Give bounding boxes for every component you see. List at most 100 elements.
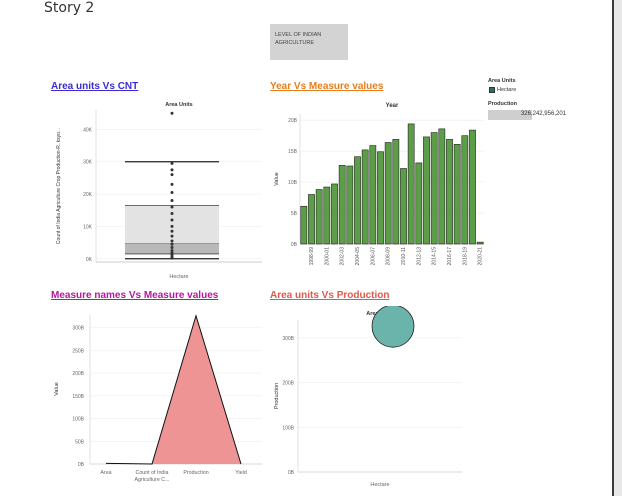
bar bbox=[453, 144, 461, 245]
bubble-sheet-title[interactable]: Area units Vs Production bbox=[270, 290, 389, 301]
bar bbox=[430, 132, 438, 245]
legend-area-units-heading: Area Units bbox=[488, 78, 516, 84]
bar bbox=[377, 151, 384, 245]
bar bbox=[315, 189, 323, 245]
data-point bbox=[170, 224, 174, 228]
x-tick-label: Count of India Agriculture C... bbox=[134, 470, 169, 483]
x-tick-label: 2002-03 bbox=[340, 247, 346, 266]
y-tick-label: 20K bbox=[83, 192, 93, 198]
hectare-swatch-icon[interactable] bbox=[489, 87, 495, 93]
story-page: Story 2 LEVEL OF INDIAN AGRICULTURE Area… bbox=[0, 0, 612, 496]
x-tick-label: 2000-01 bbox=[324, 247, 330, 266]
bar bbox=[338, 165, 346, 245]
y-tick-label: 100B bbox=[72, 417, 84, 423]
production-bubble-chart[interactable]: Area Units0B100B200B300BHectareProductio… bbox=[270, 306, 470, 492]
data-point bbox=[170, 205, 174, 209]
y-axis-label: Production bbox=[274, 383, 280, 409]
bar bbox=[346, 165, 354, 245]
y-tick-label: 200B bbox=[72, 371, 84, 377]
bar bbox=[361, 149, 369, 245]
x-tick-label: 2012-13 bbox=[416, 247, 422, 266]
y-tick-label: 200B bbox=[282, 381, 294, 387]
data-point bbox=[170, 218, 174, 222]
y-axis-label: Value bbox=[274, 172, 280, 186]
bar bbox=[469, 129, 476, 245]
boxplot-chart[interactable]: Area Units 0K 10K 20K 30K 40K Hectare Count of … bbox=[50, 96, 266, 282]
x-axis-label: Hectare bbox=[169, 274, 188, 280]
y-tick-label: 150B bbox=[72, 394, 84, 400]
area-sheet-title[interactable]: Measure names Vs Measure values bbox=[51, 290, 218, 301]
y-tick-label: 50B bbox=[75, 439, 85, 445]
data-point bbox=[170, 168, 174, 172]
data-point bbox=[170, 211, 174, 215]
level-of-indian-agriculture-box: LEVEL OF INDIAN AGRICULTURE bbox=[270, 24, 348, 60]
y-tick-label: 30K bbox=[83, 160, 93, 166]
y-tick-label: 40K bbox=[83, 127, 93, 133]
y-tick-label: 0B bbox=[288, 470, 295, 476]
production-legend-value: 326,242,956,201 bbox=[520, 111, 566, 117]
bar bbox=[354, 156, 361, 245]
data-point bbox=[170, 242, 174, 246]
bar bbox=[407, 123, 415, 245]
bar bbox=[423, 136, 430, 245]
bar bbox=[476, 241, 484, 245]
y-axis-label: Count of India Agriculture Crop Producti… bbox=[56, 128, 62, 244]
y-tick-label: 300B bbox=[72, 326, 84, 332]
bar bbox=[392, 139, 400, 245]
x-tick-label: 2016-17 bbox=[447, 247, 453, 266]
x-tick-label: Area bbox=[100, 470, 111, 476]
y-tick-label: 20B bbox=[288, 118, 298, 124]
data-point bbox=[170, 199, 174, 203]
bar bbox=[308, 194, 315, 245]
x-tick-label: Yield bbox=[235, 470, 247, 476]
bar bbox=[415, 162, 423, 245]
x-tick-label: 1998-99 bbox=[309, 247, 315, 266]
bar bbox=[369, 145, 377, 245]
bar bbox=[300, 205, 308, 245]
bars-column-header: Year bbox=[386, 103, 399, 109]
data-point bbox=[170, 190, 174, 194]
bar bbox=[461, 135, 469, 245]
bar bbox=[438, 128, 446, 245]
x-tick-label: 2004-05 bbox=[355, 247, 361, 266]
y-tick-label: 10K bbox=[83, 224, 93, 230]
data-point bbox=[170, 234, 174, 238]
x-tick-label: 2008-09 bbox=[386, 247, 392, 266]
data-point bbox=[170, 256, 174, 260]
boxplot-column-header: Area Units bbox=[165, 102, 193, 108]
production-legend-bar: 326,242,956,201 bbox=[488, 110, 568, 120]
y-tick-label: 100B bbox=[282, 425, 294, 431]
y-tick-label: 10B bbox=[288, 180, 298, 186]
x-tick-label: 2014-15 bbox=[432, 247, 438, 266]
bar bbox=[323, 186, 331, 245]
data-point bbox=[170, 173, 174, 177]
y-tick-label: 300B bbox=[282, 336, 294, 342]
y-axis-label: Value bbox=[54, 382, 60, 396]
legend-production-heading: Production bbox=[488, 101, 518, 107]
y-tick-label: 0B bbox=[78, 462, 85, 468]
x-tick-label: 2018-19 bbox=[462, 247, 468, 266]
level-box-text: LEVEL OF INDIAN AGRICULTURE bbox=[275, 32, 322, 46]
data-point bbox=[170, 245, 174, 249]
year-bar-chart[interactable]: Year 0B 5B 10B 15B 20B Value 1998-99 2000-01 2002… bbox=[270, 96, 490, 286]
data-point bbox=[170, 111, 174, 115]
boxplot-sheet-title[interactable]: Area units Vs CNT bbox=[51, 81, 138, 92]
bar bbox=[384, 142, 392, 245]
y-tick-label: 0K bbox=[86, 257, 93, 263]
x-tick-label: Production bbox=[183, 470, 208, 476]
legend-hectare-label[interactable]: Hectare bbox=[497, 87, 516, 93]
measure-area-chart[interactable]: 0B 50B 100B 150B 200B 250B 300B Value Area Count … bbox=[50, 306, 266, 492]
x-tick-label: 2006-07 bbox=[370, 247, 376, 266]
data-point bbox=[170, 229, 174, 233]
y-tick-label: 15B bbox=[288, 149, 298, 155]
bars-sheet-title[interactable]: Year Vs Measure values bbox=[270, 81, 383, 92]
y-tick-label: 5B bbox=[291, 211, 298, 217]
x-tick-label: 2010-11 bbox=[401, 247, 407, 265]
page-edge bbox=[612, 0, 614, 496]
x-tick-label: 2020-21 bbox=[478, 247, 484, 266]
bar bbox=[400, 168, 407, 245]
data-point bbox=[170, 161, 174, 165]
production-bubble bbox=[371, 306, 415, 348]
data-point bbox=[170, 239, 174, 243]
x-axis-label: Hectare bbox=[370, 482, 389, 488]
